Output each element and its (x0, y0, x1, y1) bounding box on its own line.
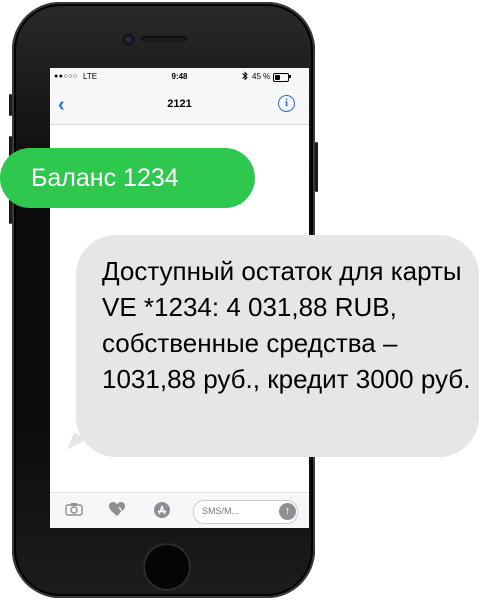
heart-hand-icon[interactable] (107, 501, 127, 521)
battery-percentage: 45 % (252, 72, 271, 81)
battery-nub (289, 75, 291, 78)
send-arrow-icon[interactable]: ↑ (279, 503, 296, 520)
earpiece-speaker (141, 36, 187, 42)
received-message-text: Доступный остаток для карты VE *1234: 4 … (102, 256, 471, 394)
front-camera (125, 36, 132, 43)
mute-switch (9, 94, 12, 116)
sent-message-bubble: Баланс 1234 (0, 148, 255, 210)
conversation-title: 2121 (167, 98, 192, 110)
navigation-bar: ‹ 2121 i (50, 86, 309, 125)
power-button (315, 142, 318, 192)
bluetooth-icon (242, 71, 248, 83)
message-input[interactable] (202, 504, 262, 518)
app-store-icon[interactable] (152, 501, 172, 521)
camera-icon[interactable] (64, 501, 84, 521)
received-message-bubble: Доступный остаток для карты VE *1234: 4 … (67, 235, 479, 457)
sent-message-text: Баланс 1234 (31, 164, 179, 192)
battery-icon (273, 73, 289, 82)
battery-fill (275, 75, 281, 80)
message-field[interactable]: ↑ (193, 500, 298, 524)
status-bar: ●●○○○ LTE 9:48 45 % (50, 68, 309, 86)
info-icon[interactable]: i (278, 95, 295, 112)
message-input-bar: ↑ (50, 492, 309, 528)
home-button[interactable] (143, 543, 191, 591)
